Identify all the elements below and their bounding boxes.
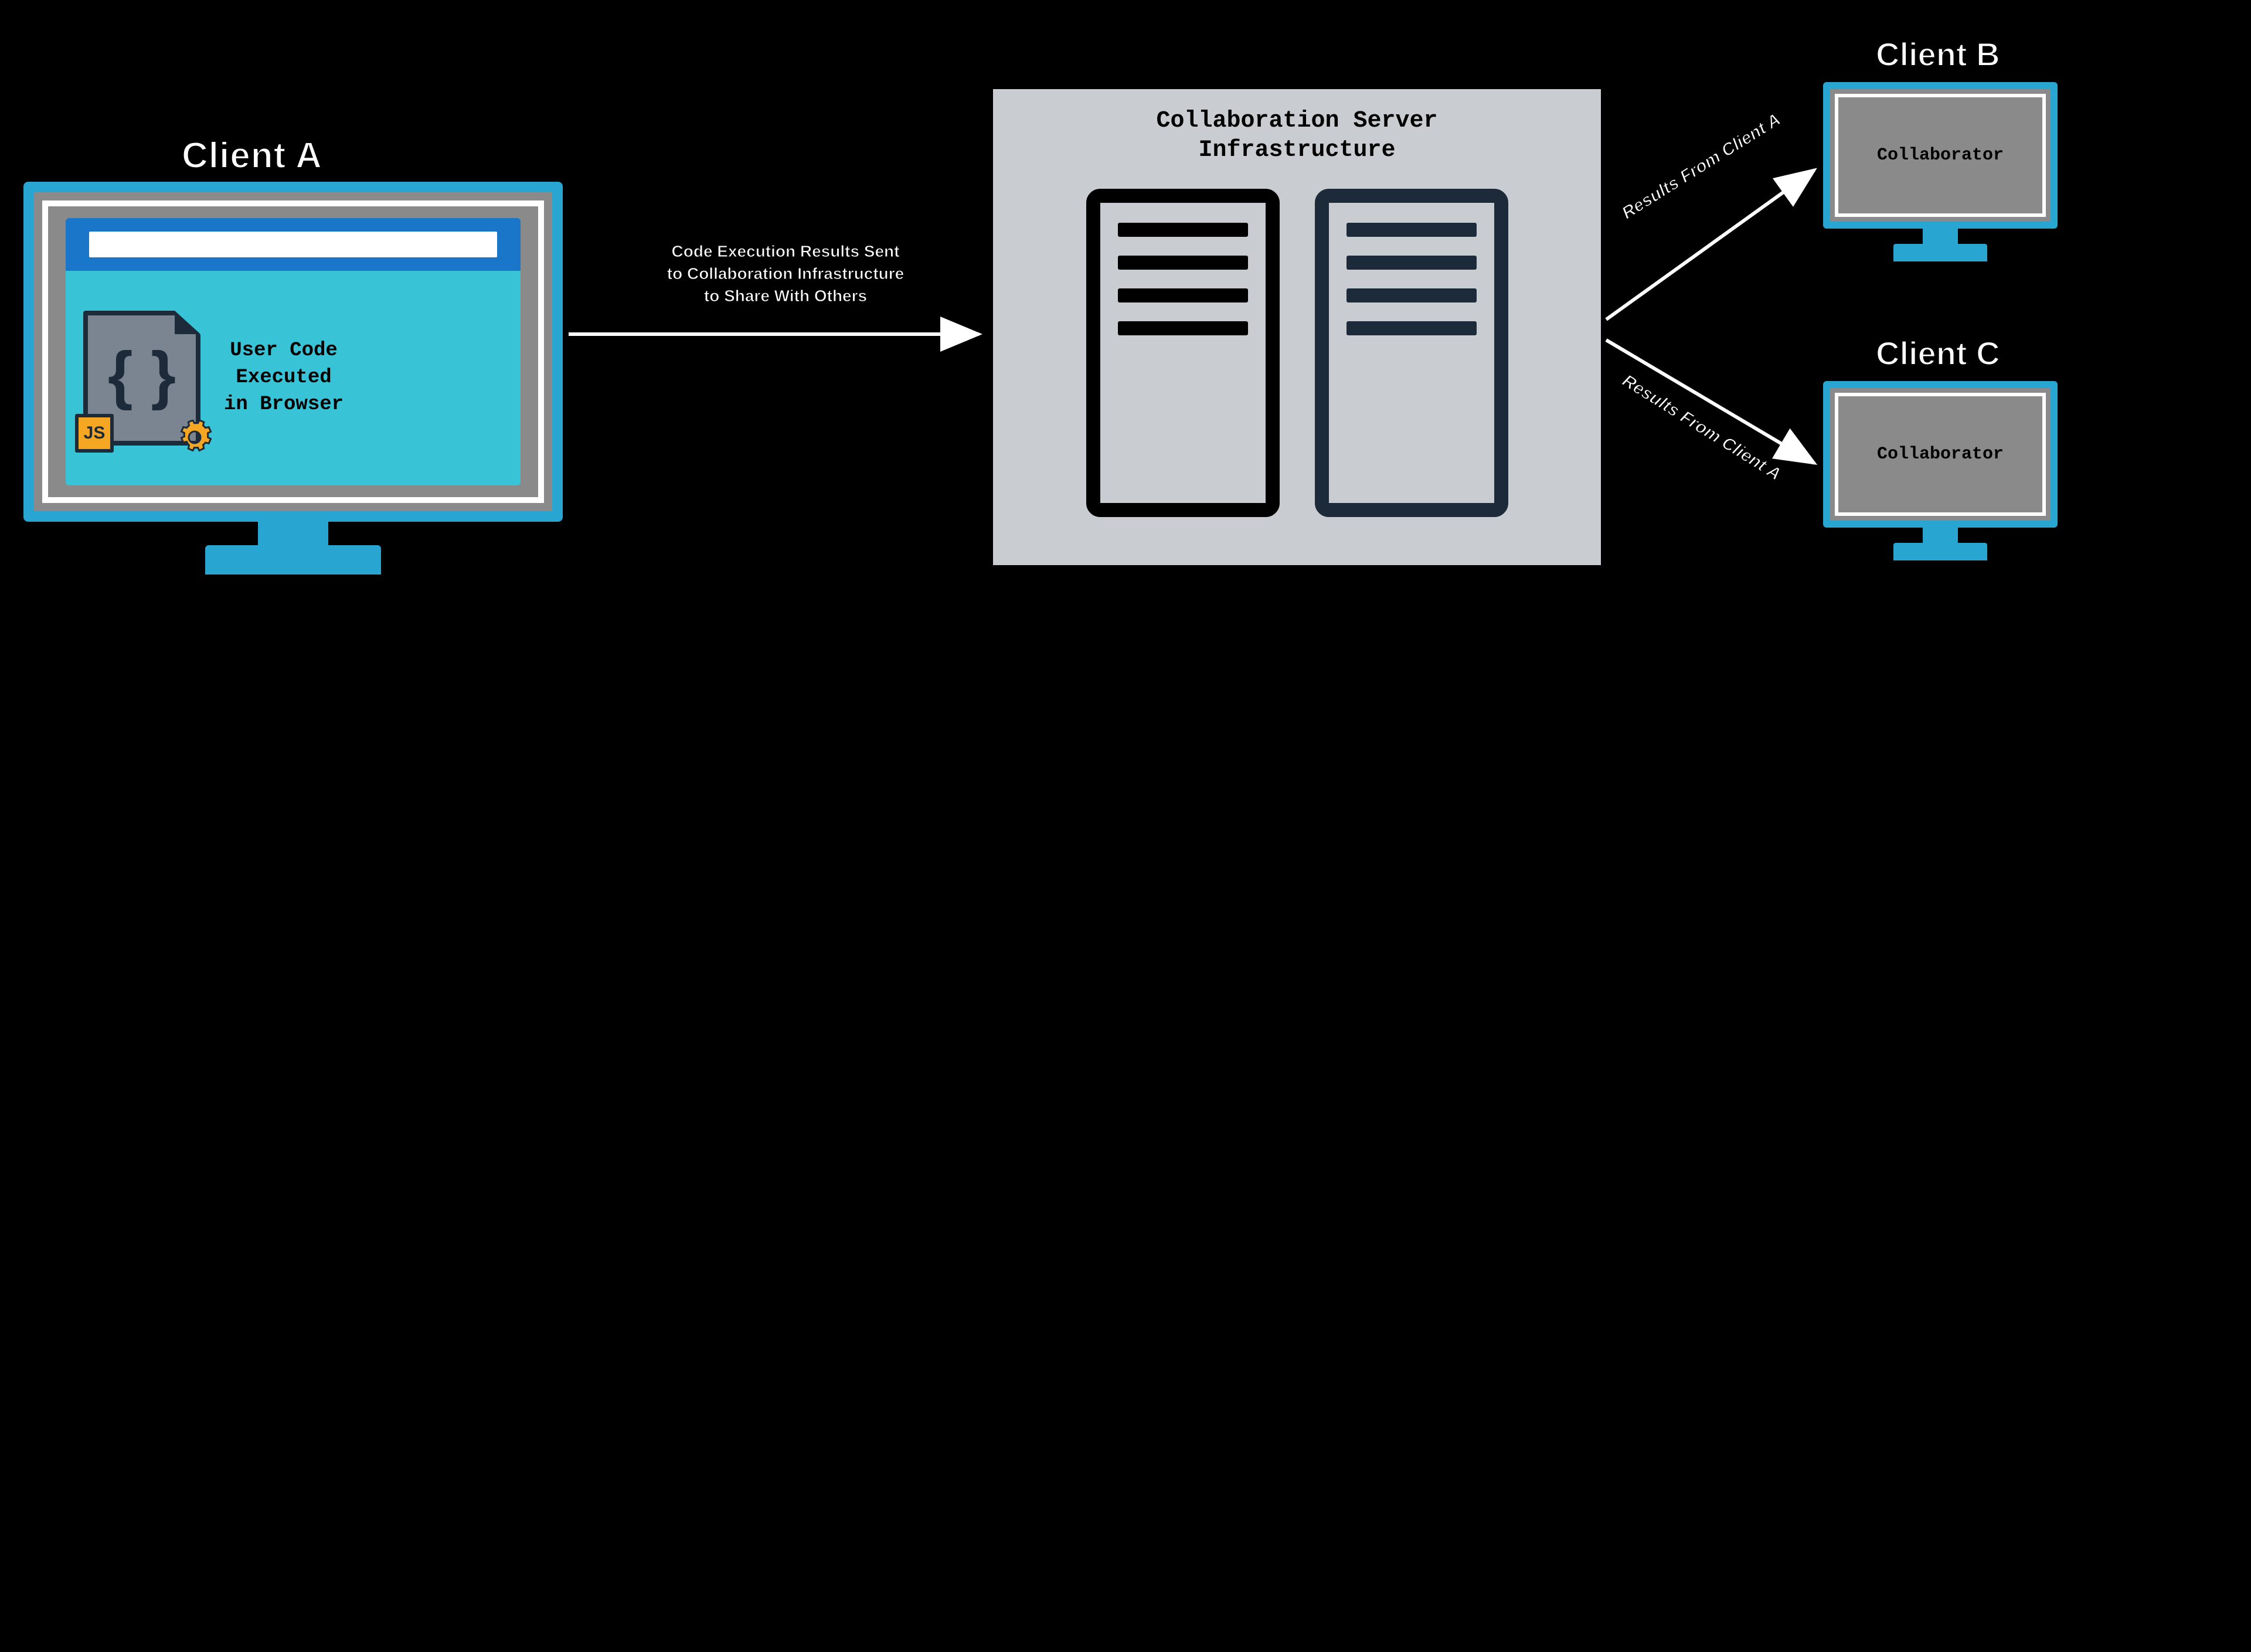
js-file-icon: { } JS <box>83 311 200 446</box>
url-bar-icon <box>89 232 497 257</box>
arrow-label-line: Code Execution Results Sent <box>604 240 967 263</box>
browser-topbar-icon <box>66 218 521 271</box>
client-c-label: Collaborator <box>1838 396 2042 512</box>
server-title-line: Collaboration Server <box>993 107 1601 136</box>
diagram-canvas: Client A { } JS <box>0 0 2251 1652</box>
arrow-label-line: to Collaboration Infrastructure <box>604 263 967 285</box>
caption-line: in Browser <box>224 392 344 419</box>
server-title: Collaboration Server Infrastructure <box>993 89 1601 165</box>
monitor-base-icon <box>205 545 381 575</box>
client-b-monitor: Collaborator <box>1823 82 2058 229</box>
edge-to-client-c-label: Results From Client A <box>1618 371 1784 485</box>
monitor-stand-icon <box>1923 526 1958 544</box>
client-a-caption: User Code Executed in Browser <box>224 338 344 419</box>
monitor-base-icon <box>1893 244 1987 261</box>
client-b-label: Collaborator <box>1838 97 2042 213</box>
client-c-monitor: Collaborator <box>1823 381 2058 528</box>
caption-line: Executed <box>224 365 344 392</box>
braces-icon: { } <box>83 343 200 407</box>
arrow-to-b-icon <box>1606 170 1814 319</box>
server-box: Collaboration Server Infrastructure <box>991 87 1603 567</box>
gear-icon <box>177 420 212 455</box>
server-rack-icon <box>1315 189 1508 517</box>
arrow-main-label: Code Execution Results Sent to Collabora… <box>604 240 967 307</box>
edge-to-client-b-label: Results From Client A <box>1618 110 1784 223</box>
server-rack-icon <box>1086 189 1280 517</box>
monitor-stand-icon <box>258 519 328 549</box>
monitor-base-icon <box>1893 543 1987 560</box>
client-b-title: Client B <box>1876 35 2000 73</box>
client-a-title: Client A <box>182 135 322 176</box>
js-badge-icon: JS <box>75 414 114 453</box>
browser-window-icon: { } JS User Code Executed in Browser <box>66 218 521 485</box>
client-a-monitor: { } JS User Code Executed in Browser <box>23 182 563 522</box>
server-title-line: Infrastructure <box>993 136 1601 165</box>
monitor-stand-icon <box>1923 227 1958 245</box>
arrow-label-line: to Share With Others <box>604 285 967 307</box>
client-c-title: Client C <box>1876 334 2000 372</box>
caption-line: User Code <box>224 338 344 365</box>
